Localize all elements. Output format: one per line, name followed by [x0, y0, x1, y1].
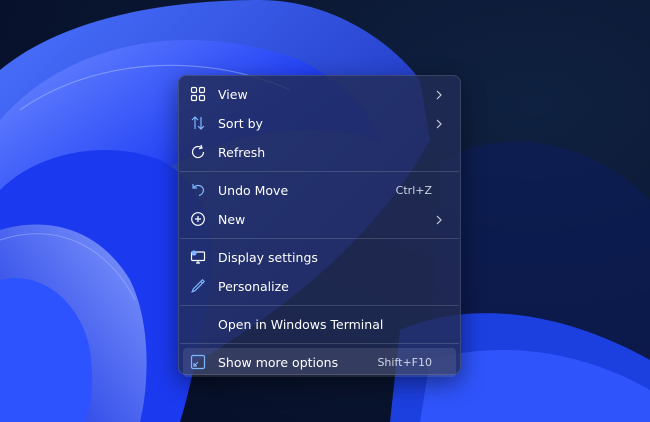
keyboard-shortcut: Ctrl+Z — [395, 184, 432, 197]
menu-separator — [180, 238, 459, 239]
menu-item-view[interactable]: View — [183, 80, 456, 109]
menu-item-sort-by[interactable]: Sort by — [183, 109, 456, 138]
menu-item-show-more-options[interactable]: Show more options Shift+F10 — [183, 348, 456, 377]
display-settings-icon — [189, 248, 207, 266]
chevron-right-icon — [436, 90, 442, 100]
plus-circle-icon — [189, 210, 207, 228]
menu-item-label: Undo Move — [218, 183, 289, 198]
chevron-right-icon — [436, 215, 442, 225]
menu-separator — [180, 305, 459, 306]
menu-item-display-settings[interactable]: Display settings — [183, 243, 456, 272]
desktop-context-menu: View Sort by Refresh Undo Move Ctrl+Z Ne… — [178, 75, 461, 377]
keyboard-shortcut: Shift+F10 — [377, 356, 432, 369]
menu-item-label: New — [218, 212, 246, 227]
chevron-right-icon — [436, 119, 442, 129]
menu-item-label: Sort by — [218, 116, 263, 131]
menu-item-label: Show more options — [218, 355, 339, 370]
grid-icon — [189, 85, 207, 103]
menu-separator — [180, 343, 459, 344]
menu-item-label: View — [218, 87, 248, 102]
menu-item-label: Open in Windows Terminal — [218, 317, 384, 332]
menu-separator — [180, 171, 459, 172]
menu-item-label: Refresh — [218, 145, 266, 160]
expand-window-icon — [189, 353, 207, 371]
menu-item-refresh[interactable]: Refresh — [183, 138, 456, 167]
menu-item-new[interactable]: New — [183, 205, 456, 234]
undo-icon — [189, 181, 207, 199]
menu-item-open-terminal[interactable]: Open in Windows Terminal — [183, 310, 456, 339]
pen-icon — [189, 277, 207, 295]
sort-arrows-icon — [189, 114, 207, 132]
menu-item-label: Personalize — [218, 279, 289, 294]
menu-item-personalize[interactable]: Personalize — [183, 272, 456, 301]
menu-item-label: Display settings — [218, 250, 318, 265]
menu-item-undo-move[interactable]: Undo Move Ctrl+Z — [183, 176, 456, 205]
refresh-icon — [189, 143, 207, 161]
